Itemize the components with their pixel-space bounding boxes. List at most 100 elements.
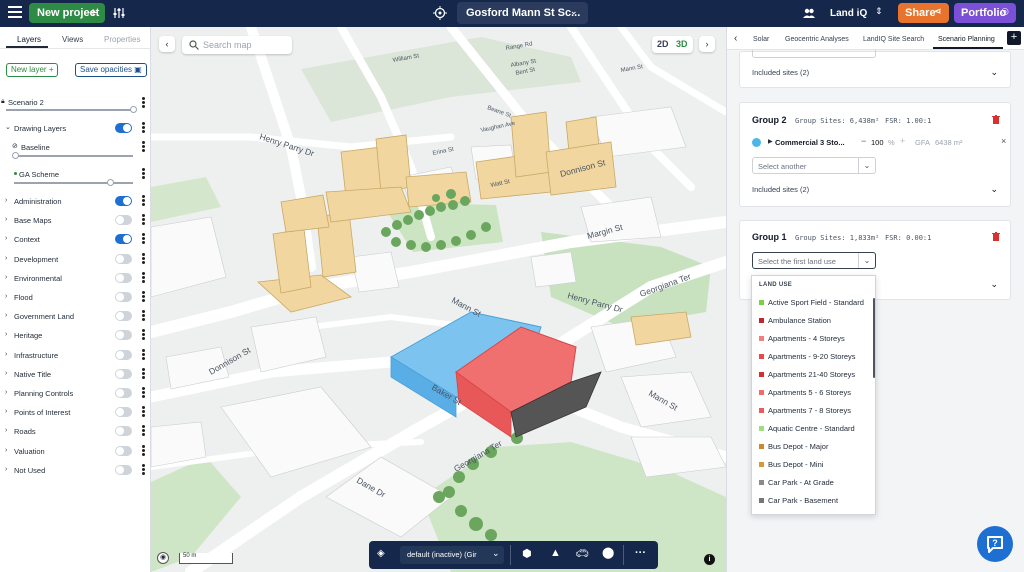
more-icon[interactable] bbox=[142, 463, 145, 476]
layer-row[interactable]: › Native Title bbox=[0, 365, 150, 384]
close-icon[interactable]: × bbox=[1001, 136, 1006, 146]
slider-knob[interactable] bbox=[130, 106, 137, 113]
layer-toggle[interactable] bbox=[115, 445, 132, 456]
chevron-right-icon[interactable]: › bbox=[5, 389, 7, 396]
chevron-right-icon[interactable]: › bbox=[5, 408, 7, 415]
tab-scenario-planning[interactable]: Scenario Planning bbox=[938, 36, 995, 43]
more-icon[interactable] bbox=[142, 329, 145, 341]
chevron-down-icon[interactable]: ⌄ bbox=[990, 67, 998, 78]
dropdown-item[interactable]: Apartments 21-40 Storeys bbox=[752, 366, 872, 384]
chevron-right-icon[interactable]: › bbox=[5, 197, 7, 204]
chevron-down-icon[interactable]: ⌄ bbox=[5, 123, 11, 131]
new-project-button[interactable]: New project + bbox=[29, 3, 105, 23]
more-icon[interactable] bbox=[142, 348, 145, 361]
tab-properties[interactable]: Properties bbox=[104, 35, 140, 44]
dropdown-item[interactable]: Car Park - At Grade bbox=[752, 474, 872, 492]
chevron-left-icon[interactable]: ‹ bbox=[734, 33, 737, 44]
help-chat-button[interactable]: ? bbox=[977, 526, 1013, 562]
baseline-opacity-slider[interactable] bbox=[12, 152, 133, 159]
dropdown-item[interactable]: Car Park - Basement bbox=[752, 492, 872, 510]
map-view[interactable]: Henry Parry Dr Donnison St Margin St Hen… bbox=[151, 27, 726, 572]
view-select[interactable]: default (inactive) (Gir ⌄ bbox=[400, 546, 504, 564]
share-button[interactable]: Share ⋖ bbox=[898, 3, 949, 23]
layer-row[interactable]: › Administration bbox=[0, 192, 150, 211]
dropdown-scrollbar[interactable] bbox=[873, 298, 875, 378]
layer-row[interactable]: › Heritage bbox=[0, 326, 150, 345]
mapbox-logo-icon[interactable]: ◉ bbox=[157, 552, 169, 564]
layer-toggle[interactable] bbox=[115, 349, 132, 360]
layer-toggle[interactable] bbox=[115, 196, 132, 206]
layer-row[interactable]: › Development bbox=[0, 250, 150, 269]
chevron-right-icon[interactable]: › bbox=[5, 274, 7, 281]
layer-row[interactable]: › Environmental bbox=[0, 269, 150, 288]
chevron-right-icon[interactable]: › bbox=[5, 351, 7, 358]
select-box-partial[interactable] bbox=[752, 50, 876, 58]
dropdown-item[interactable]: Apartments 7 - 8 Storeys bbox=[752, 402, 872, 420]
dropdown-item[interactable]: Apartments - 9-20 Storeys bbox=[752, 348, 872, 366]
slider-knob[interactable] bbox=[12, 152, 19, 159]
save-opacities-button[interactable]: Save opacities ▣ bbox=[75, 63, 147, 77]
dropdown-item[interactable]: Ambulance Station bbox=[752, 312, 872, 330]
product-name[interactable]: Land iQ bbox=[830, 8, 867, 19]
more-icon[interactable] bbox=[142, 168, 145, 180]
more-icon[interactable] bbox=[142, 195, 145, 207]
chevron-right-icon[interactable]: › bbox=[5, 370, 7, 377]
chevron-right-icon[interactable]: › bbox=[5, 466, 7, 473]
eye-off-icon[interactable]: ⊘ bbox=[12, 142, 18, 150]
trash-icon[interactable] bbox=[992, 115, 1000, 124]
more-icon[interactable] bbox=[142, 141, 145, 153]
menu-icon[interactable] bbox=[8, 6, 22, 20]
layer-toggle[interactable] bbox=[115, 234, 132, 245]
layer-row[interactable]: › Infrastructure bbox=[0, 346, 150, 365]
included-sites-label[interactable]: Included sites (2) bbox=[752, 185, 809, 194]
layer-row[interactable]: › Valuation bbox=[0, 442, 150, 461]
layer-toggle[interactable] bbox=[115, 388, 132, 398]
more-icon[interactable] bbox=[142, 233, 145, 245]
tree-icon[interactable]: ▲ bbox=[550, 547, 561, 559]
location-pin-icon[interactable]: ⬤ bbox=[602, 546, 614, 559]
dropdown-item[interactable]: Bus Depot - Major bbox=[752, 438, 872, 456]
layer-row[interactable]: › Points of Interest bbox=[0, 403, 150, 422]
car-icon[interactable]: 🚗︎ bbox=[575, 547, 589, 560]
more-icon[interactable] bbox=[142, 387, 145, 399]
minus-icon[interactable]: − bbox=[861, 136, 866, 146]
scenario-opacity-slider[interactable] bbox=[6, 106, 137, 113]
percent-value[interactable]: 100 bbox=[871, 138, 884, 147]
more-icon[interactable] bbox=[142, 310, 145, 322]
more-horizontal-icon[interactable]: ··· bbox=[635, 547, 646, 559]
chevron-right-icon[interactable]: › bbox=[5, 235, 7, 242]
info-icon[interactable]: i bbox=[704, 554, 715, 565]
layer-toggle[interactable] bbox=[115, 464, 132, 475]
tab-geocentric-analyses[interactable]: Geocentric Analyses bbox=[785, 36, 849, 43]
locate-crosshair-icon[interactable] bbox=[433, 6, 447, 20]
layer-toggle[interactable] bbox=[115, 407, 132, 418]
layer-toggle[interactable] bbox=[115, 311, 132, 322]
map-canvas[interactable]: Henry Parry Dr Donnison St Margin St Hen… bbox=[151, 27, 726, 572]
add-tab-button[interactable]: + bbox=[1007, 31, 1021, 45]
more-icon[interactable] bbox=[142, 122, 145, 134]
chevron-right-icon[interactable]: › bbox=[5, 216, 7, 223]
dropdown-item[interactable]: Apartments 5 - 6 Storeys bbox=[752, 384, 872, 402]
dropdown-item[interactable]: Bus Depot - Mini bbox=[752, 456, 872, 474]
more-icon[interactable] bbox=[142, 406, 145, 418]
cube-icon[interactable]: ⬢ bbox=[522, 547, 532, 560]
layer-toggle[interactable] bbox=[115, 292, 132, 302]
more-icon[interactable] bbox=[142, 367, 145, 380]
plus-icon[interactable]: + bbox=[900, 136, 905, 146]
collapse-left-panel-button[interactable]: ‹ bbox=[159, 36, 175, 52]
chevron-down-icon[interactable]: ⌄ bbox=[990, 279, 998, 290]
more-icon[interactable] bbox=[142, 214, 145, 226]
included-sites-label[interactable]: Included sites (2) bbox=[752, 68, 809, 77]
layer-toggle[interactable] bbox=[115, 253, 132, 264]
layers-stack-icon[interactable]: ◈ bbox=[377, 548, 385, 559]
chevron-right-icon[interactable]: › bbox=[5, 312, 7, 319]
more-icon[interactable] bbox=[142, 97, 145, 109]
layer-row[interactable]: › Not Used bbox=[0, 461, 150, 480]
new-layer-button[interactable]: New layer + bbox=[6, 63, 59, 77]
filter-sliders-icon[interactable] bbox=[113, 7, 125, 19]
layer-row[interactable]: › Flood bbox=[0, 288, 150, 307]
layer-toggle[interactable] bbox=[115, 330, 132, 341]
select-another-dropdown[interactable]: Select another ⌄ bbox=[752, 157, 876, 174]
collapse-right-panel-button[interactable]: › bbox=[699, 36, 715, 52]
more-icon[interactable] bbox=[142, 425, 145, 437]
